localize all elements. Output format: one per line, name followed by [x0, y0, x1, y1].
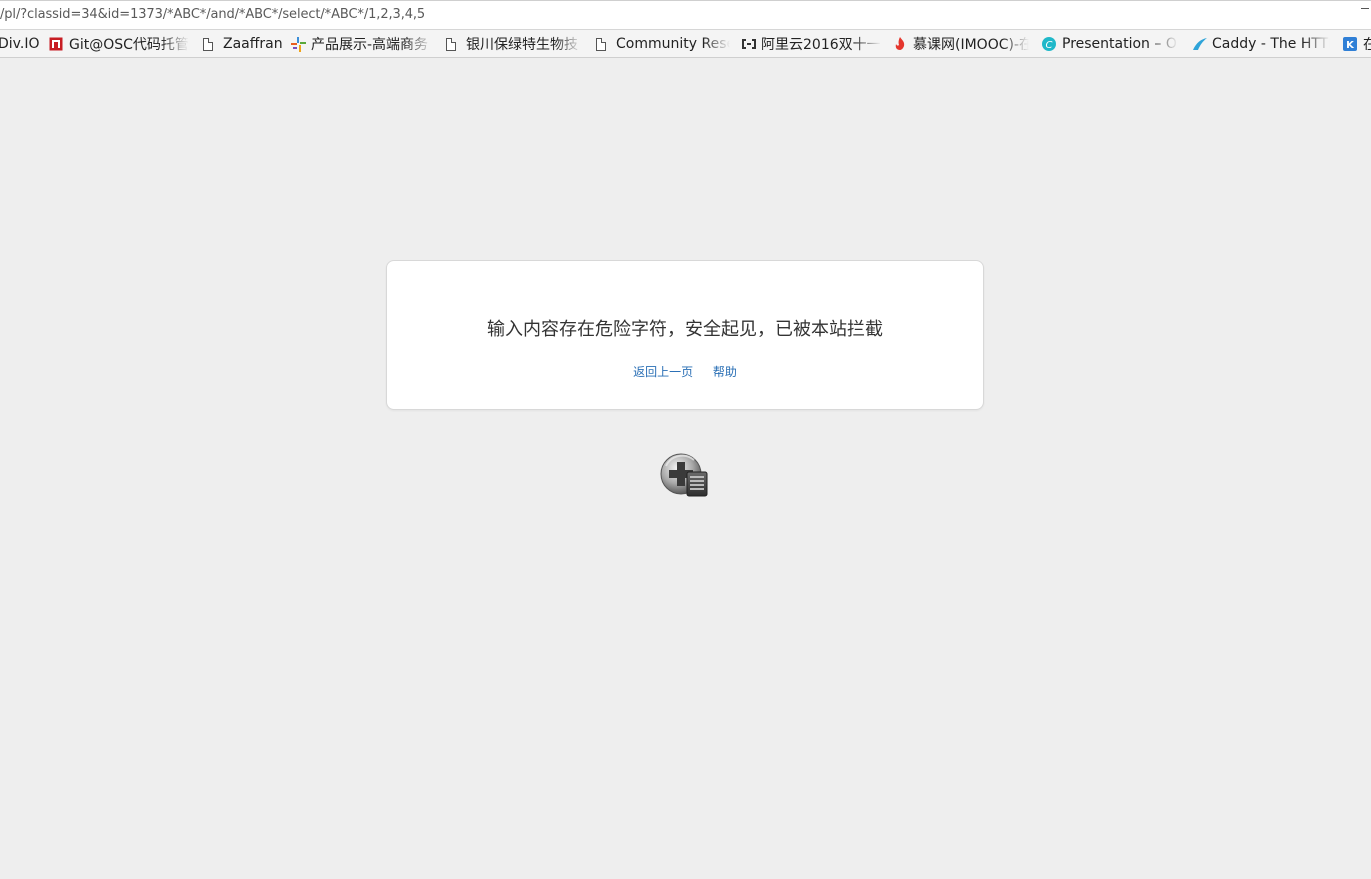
url-bar-edge-icon	[1361, 8, 1369, 9]
caddy-icon	[1192, 37, 1207, 51]
bookmark-label: 阿里云2016双十一	[761, 37, 881, 53]
bookmark-community[interactable]: Community Rese	[596, 34, 730, 54]
bookmark-presentation[interactable]: C Presentation – O	[1042, 34, 1178, 54]
block-notice-card: 输入内容存在危险字符，安全起见，已被本站拦截 返回上一页 帮助	[386, 260, 984, 410]
security-shield-logo-icon	[660, 452, 712, 500]
svg-text:C: C	[1046, 40, 1053, 51]
imooc-icon	[893, 37, 907, 51]
svg-text:K: K	[1346, 40, 1355, 51]
block-message: 输入内容存在危险字符，安全起见，已被本站拦截	[487, 319, 883, 340]
aliyun-icon	[741, 37, 756, 51]
address-bar[interactable]: /pl/?classid=34&id=1373/*ABC*/and/*ABC*/…	[0, 0, 1371, 30]
bookmark-label: Div.IO	[0, 36, 40, 52]
bookmark-zaaffran[interactable]: Zaaffran	[203, 34, 283, 54]
presentation-icon: C	[1042, 37, 1056, 51]
bookmark-label: Caddy - The HTTP	[1212, 36, 1330, 52]
bookmark-aliyun[interactable]: 阿里云2016双十一	[741, 34, 881, 54]
bookmark-yinchuan[interactable]: 银川保绿特生物技	[446, 34, 582, 54]
bookmark-caddy[interactable]: Caddy - The HTTP	[1192, 34, 1330, 54]
page-icon	[596, 37, 606, 51]
bookmark-k[interactable]: K 在	[1343, 34, 1371, 54]
page-icon	[446, 37, 456, 51]
bookmark-divio[interactable]: Div.IO	[0, 34, 40, 54]
product-icon	[291, 37, 306, 52]
bookmark-label: Presentation – O	[1062, 36, 1177, 52]
bookmark-label: Git@OSC代码托管	[69, 37, 189, 53]
bookmark-label: 银川保绿特生物技	[466, 37, 578, 53]
bookmark-imooc[interactable]: 慕课网(IMOOC)-在	[893, 34, 1029, 54]
bookmark-label: 在	[1363, 34, 1371, 54]
bookmark-label: 慕课网(IMOOC)-在	[913, 37, 1029, 53]
bookmark-gitosc[interactable]: Git@OSC代码托管	[49, 34, 189, 54]
gitosc-icon	[49, 37, 63, 51]
bookmark-label: Community Rese	[616, 36, 730, 52]
url-text[interactable]: /pl/?classid=34&id=1373/*ABC*/and/*ABC*/…	[0, 7, 425, 22]
bookmark-label: 产品展示-高端商务	[311, 37, 429, 53]
bookmark-product[interactable]: 产品展示-高端商务	[291, 34, 433, 54]
bookmark-label: Zaaffran	[223, 36, 283, 52]
page-icon	[203, 37, 213, 51]
k-icon: K	[1343, 37, 1357, 51]
help-link[interactable]: 帮助	[713, 365, 737, 379]
bookmarks-bar: Div.IO Git@OSC代码托管 Zaaffran 产品展示-高端商务 银川…	[0, 30, 1371, 58]
back-link[interactable]: 返回上一页	[633, 365, 693, 379]
block-links: 返回上一页 帮助	[387, 363, 983, 380]
